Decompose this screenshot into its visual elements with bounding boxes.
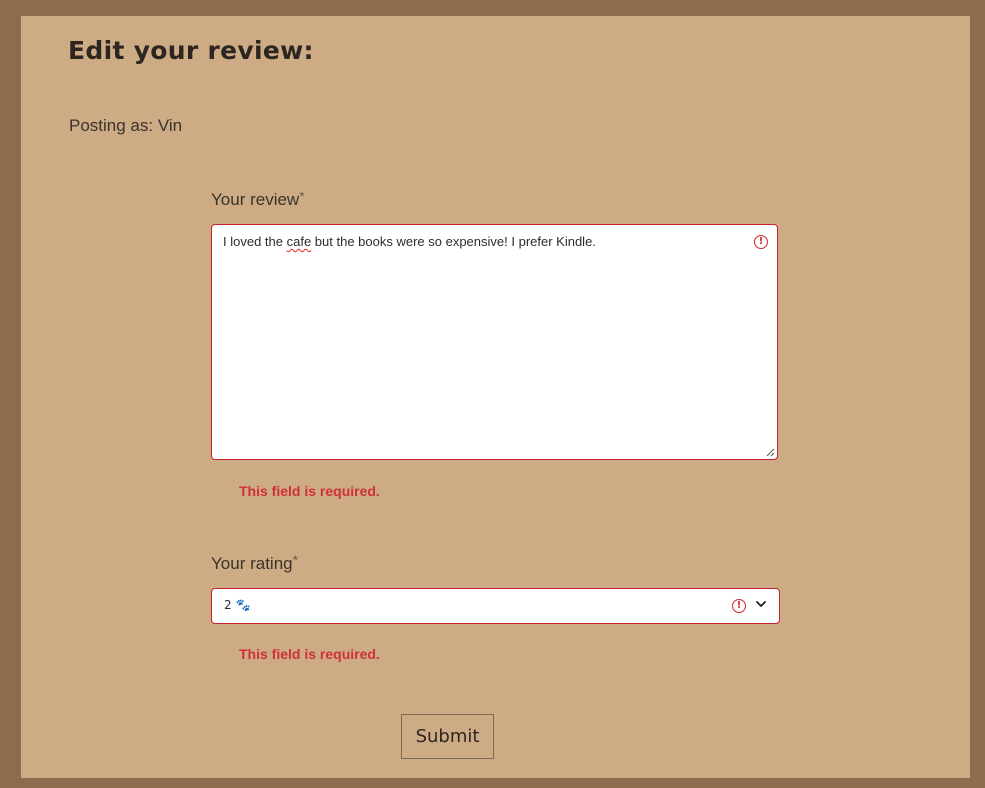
paw-icon: 🐾	[235, 598, 251, 612]
misspelled-word: cafe	[286, 234, 312, 249]
rating-label: Your rating*	[211, 552, 299, 574]
review-edit-page: Edit your review: Posting as: Vin Your r…	[21, 16, 970, 778]
rating-label-text: Your rating	[211, 554, 293, 573]
warning-icon: !	[754, 235, 768, 249]
review-textarea[interactable]: I loved the cafe but the books were so e…	[211, 224, 778, 460]
warning-icon: !	[732, 599, 746, 613]
review-label: Your review*	[211, 188, 305, 210]
submit-button[interactable]: Submit	[401, 714, 494, 759]
page-title: Edit your review:	[68, 36, 314, 65]
required-asterisk: *	[299, 188, 305, 204]
review-error-message: This field is required.	[239, 483, 380, 499]
posting-as-text: Posting as: Vin	[69, 116, 183, 135]
rating-select[interactable]: 2 🐾 !	[211, 588, 780, 624]
required-asterisk: *	[292, 552, 299, 568]
rating-error-message: This field is required.	[239, 646, 380, 662]
chevron-down-icon[interactable]	[755, 598, 767, 610]
resize-handle-icon[interactable]	[765, 447, 775, 457]
rating-selected-value: 2 🐾	[224, 598, 251, 612]
review-text-value: I loved the cafe but the books were so e…	[223, 234, 596, 249]
review-label-text: Your review	[211, 190, 300, 209]
